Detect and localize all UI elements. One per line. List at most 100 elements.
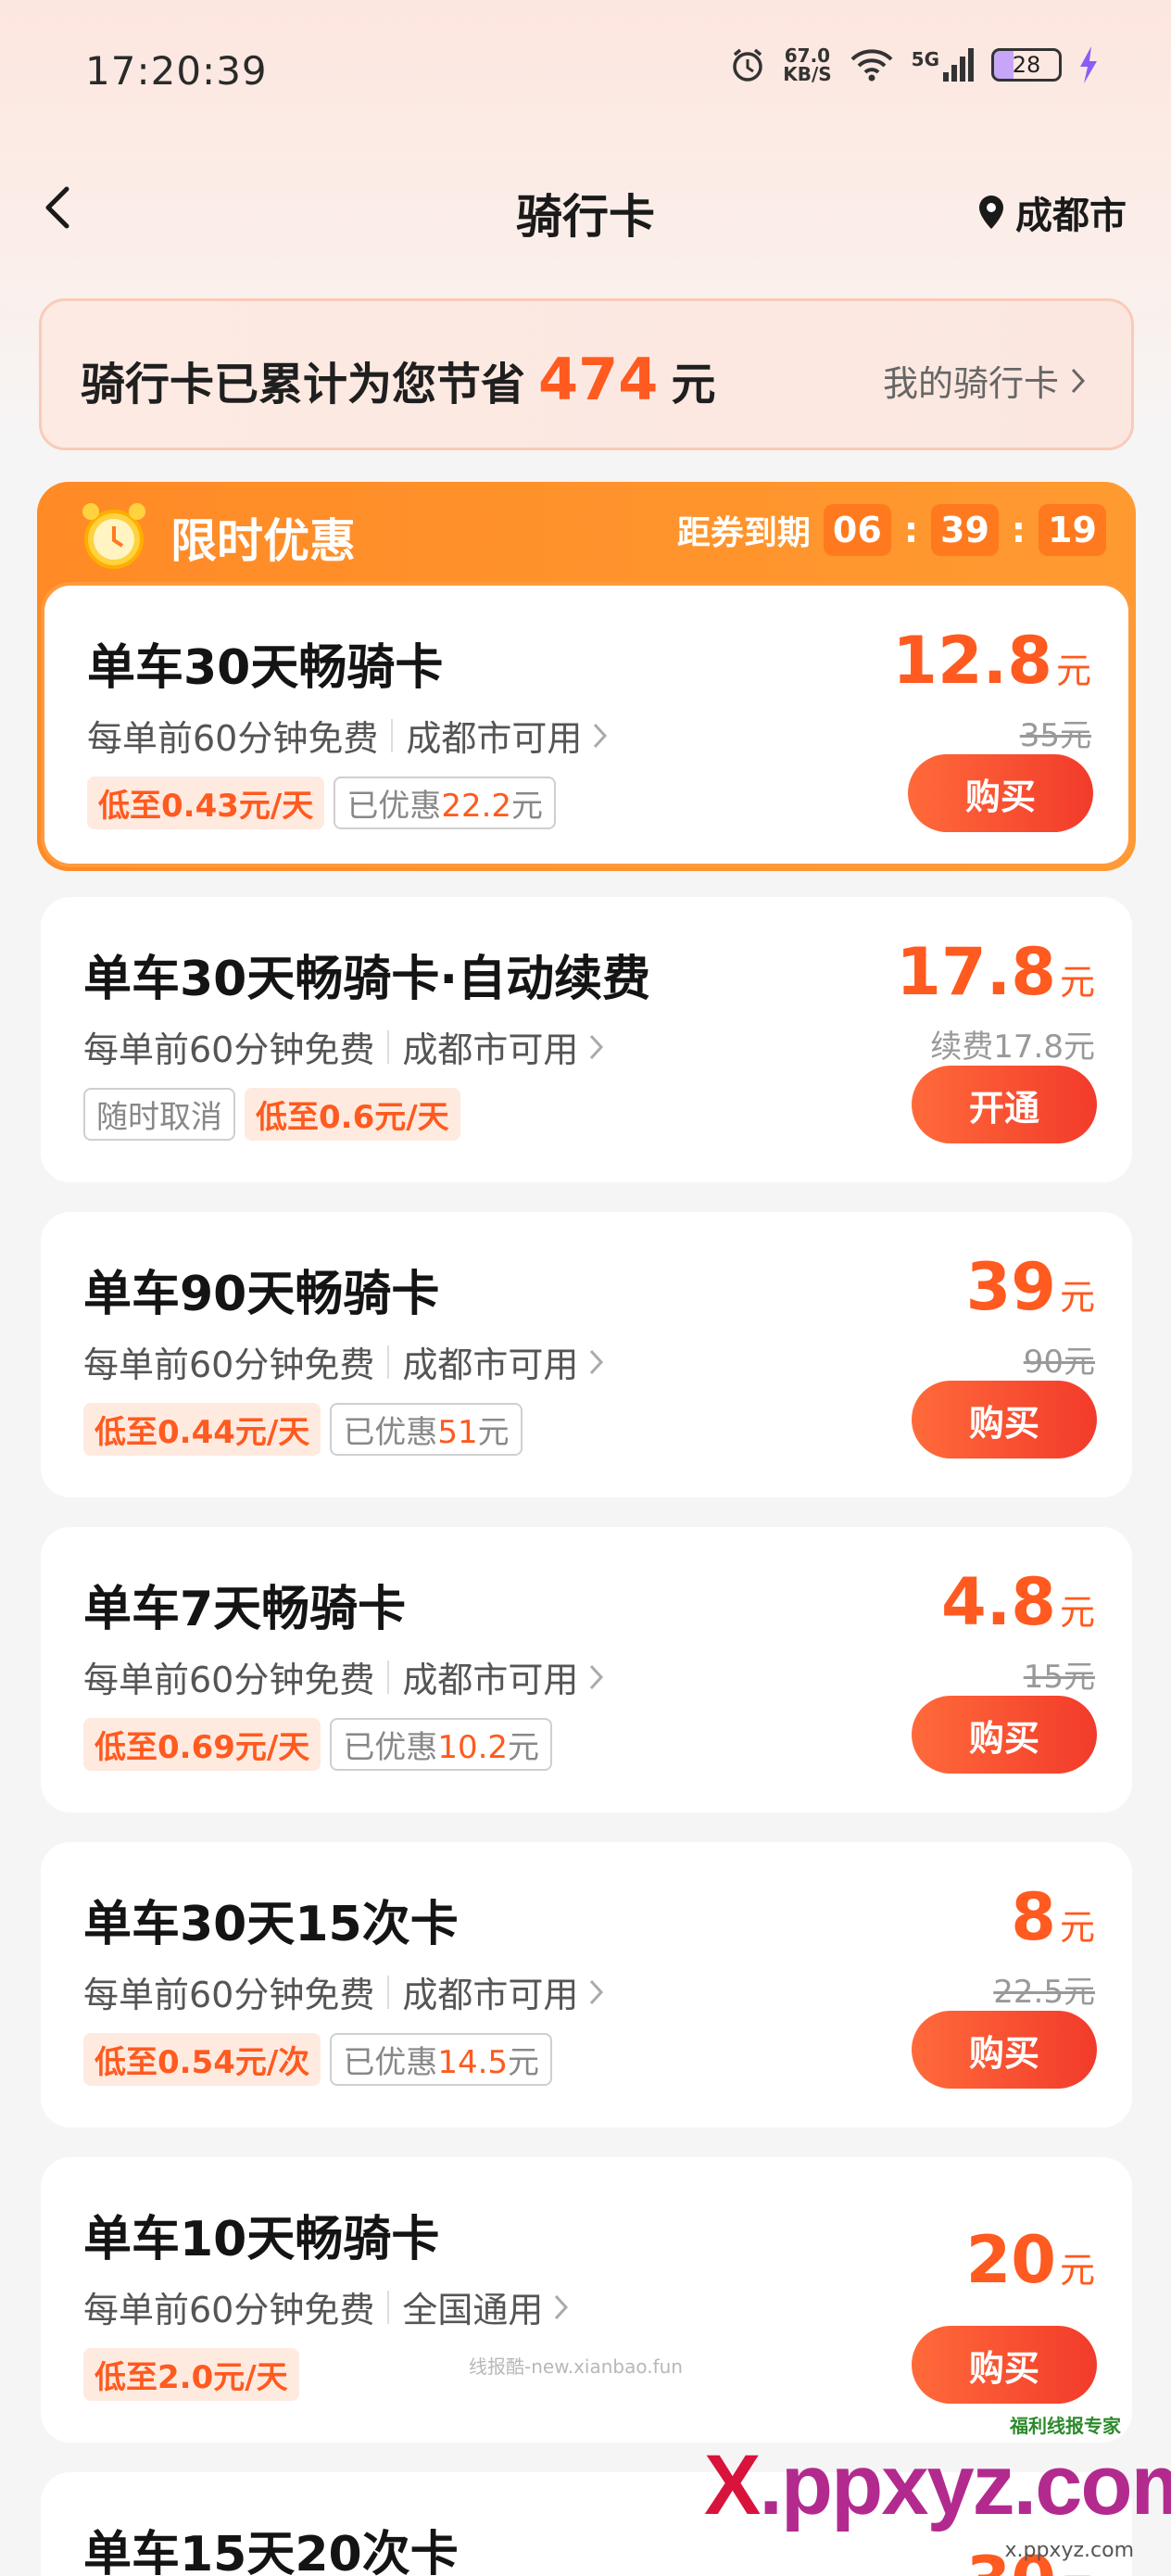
card-item[interactable]: 单车10天畅骑卡 每单前60分钟免费 全国通用 低至2.0元/天 20 元 购买 — [41, 2157, 1132, 2443]
savings-summary: 骑行卡已累计为您节省 474 元 — [81, 346, 715, 413]
card-name: 单车7天畅骑卡 — [83, 1582, 407, 1637]
tag-discount: 已优惠51元 — [330, 1403, 523, 1456]
buy-button[interactable]: 购买 — [912, 1381, 1097, 1458]
watermark-text: 线报酷-new.xianbao.fun — [469, 2355, 683, 2378]
wifi-icon — [850, 49, 893, 82]
buy-button[interactable]: 购买 — [908, 754, 1093, 832]
countdown-hours: 06 — [823, 504, 891, 556]
city-label: 成都市 — [1015, 195, 1127, 237]
savings-prefix: 骑行卡已累计为您节省 — [81, 359, 526, 410]
card-tags: 低至0.44元/天 已优惠51元 — [83, 1403, 523, 1456]
watermark-badge: 福利线报专家 — [1010, 2415, 1121, 2437]
divider — [387, 2290, 390, 2324]
tag-discount-prefix: 已优惠 — [343, 2044, 438, 2081]
card-scope: 成都市可用 — [402, 1029, 579, 1070]
card-free-time: 每单前60分钟免费 — [83, 1345, 375, 1385]
buy-button[interactable]: 购买 — [912, 1696, 1097, 1774]
tag-daily-price: 低至0.6元/天 — [245, 1088, 460, 1141]
watermark-logo-x: X — [704, 2438, 761, 2532]
price-value: 4.8 — [940, 1564, 1056, 1640]
tag-cancel-anytime: 随时取消 — [83, 1088, 235, 1141]
card-scope: 全国通用 — [402, 2290, 544, 2330]
city-selector[interactable]: 成都市 — [976, 185, 1127, 239]
top-nav: 骑行卡 成都市 — [0, 167, 1171, 250]
card-price: 8元 — [1011, 1879, 1095, 1955]
price-value: 20 — [965, 2222, 1056, 2298]
tag-discount-prefix: 已优惠 — [343, 1414, 438, 1451]
card-price: 4.8 元 — [941, 1564, 1095, 1640]
card-name: 单车30天畅骑卡 — [87, 640, 444, 696]
my-cards-link[interactable]: 我的骑行卡 — [883, 355, 1087, 406]
tag-discount: 已优惠22.2元 — [334, 777, 557, 829]
card-description[interactable]: 每单前60分钟免费 成都市可用 — [83, 1336, 604, 1387]
card-description[interactable]: 每单前60分钟免费 成都市可用 — [87, 710, 608, 761]
activate-button[interactable]: 开通 — [912, 1066, 1097, 1143]
price-unit: 元 — [1059, 1277, 1095, 1318]
renewal-price: 续费17.8元 — [930, 1029, 1095, 1066]
original-price: 90元 — [1023, 1344, 1095, 1381]
price-value: 17.8 — [896, 934, 1056, 1010]
tag-discount-amount: 51 — [437, 1414, 478, 1451]
card-price: 12.8 元 — [892, 623, 1091, 699]
tag-discount-amount: 14.5 — [437, 2044, 509, 2081]
signal-indicator: 5G — [912, 48, 975, 82]
card-free-time: 每单前60分钟免费 — [83, 1029, 375, 1070]
tag-discount-unit: 元 — [508, 1729, 540, 1766]
tag-discount-prefix: 已优惠 — [346, 788, 442, 825]
card-description[interactable]: 每单前60分钟免费 成都市可用 — [83, 1021, 604, 1072]
original-price: 15元 — [1023, 1659, 1095, 1696]
tag-discount-unit: 元 — [511, 788, 544, 825]
signal-icon — [943, 48, 974, 82]
status-time: 17:20:39 — [85, 48, 268, 94]
card-item[interactable]: 单车7天畅骑卡 每单前60分钟免费 成都市可用 低至0.69元/天 已优惠10.2… — [41, 1527, 1132, 1812]
signal-label: 5G — [911, 48, 939, 70]
price-unit: 元 — [1059, 962, 1095, 1003]
countdown-seconds: 19 — [1039, 504, 1106, 556]
tag-discount-amount: 22.2 — [441, 788, 512, 825]
card-item[interactable]: 单车90天畅骑卡 每单前60分钟免费 成都市可用 低至0.44元/天 已优惠51元… — [41, 1212, 1132, 1497]
card-free-time: 每单前60分钟免费 — [87, 718, 379, 759]
price-unit: 元 — [1059, 2250, 1095, 2291]
card-item[interactable]: 单车30天畅骑卡·自动续费 每单前60分钟免费 成都市可用 随时取消 低至0.6元… — [41, 897, 1132, 1182]
price-unit: 元 — [1055, 650, 1091, 691]
chevron-right-icon — [594, 723, 608, 748]
net-speed-value: 67.0 — [784, 44, 831, 67]
card-description[interactable]: 每单前60分钟免费 全国通用 — [83, 2281, 569, 2332]
card-free-time: 每单前60分钟免费 — [83, 1975, 375, 2015]
location-pin-icon — [979, 196, 1003, 229]
original-price: 35元 — [1019, 717, 1091, 754]
card-description[interactable]: 每单前60分钟免费 成都市可用 — [83, 1966, 604, 2017]
net-speed: 67.0 KB/S — [783, 46, 831, 83]
battery-icon: 28 — [991, 48, 1062, 82]
card-name: 单车30天畅骑卡·自动续费 — [83, 952, 651, 1007]
card-name: 单车10天畅骑卡 — [83, 2212, 440, 2267]
divider — [387, 1345, 390, 1379]
watermark-url: x.ppxyz.com — [1004, 2539, 1134, 2562]
card-item[interactable]: 单车30天畅骑卡 每单前60分钟免费 成都市可用 低至0.43元/天 已优惠22.… — [41, 582, 1132, 867]
chevron-right-icon — [555, 2294, 569, 2319]
tag-discount-prefix: 已优惠 — [343, 1729, 438, 1766]
status-icons: 67.0 KB/S 5G 28 — [729, 46, 1099, 83]
card-item[interactable]: 单车30天15次卡 每单前60分钟免费 成都市可用 低至0.54元/次 已优惠14… — [41, 1842, 1132, 2128]
buy-button[interactable]: 购买 — [912, 2326, 1097, 2404]
card-scope: 成都市可用 — [402, 1975, 579, 2015]
card-tags: 随时取消 低至0.6元/天 — [83, 1088, 460, 1141]
price-unit: 元 — [1059, 1592, 1095, 1633]
tag-daily-price: 低至0.44元/天 — [83, 1403, 321, 1456]
alarm-clock-icon — [82, 503, 145, 569]
tag-discount-unit: 元 — [508, 2044, 540, 2081]
card-name: 单车90天畅骑卡 — [83, 1267, 440, 1322]
price-unit: 元 — [1059, 1907, 1095, 1948]
card-description[interactable]: 每单前60分钟免费 成都市可用 — [83, 1651, 604, 1702]
tag-discount: 已优惠10.2元 — [330, 1718, 553, 1771]
coupon-countdown: 距券到期 06 : 39 : 19 — [677, 504, 1106, 556]
buy-button[interactable]: 购买 — [912, 2011, 1097, 2089]
tag-daily-price: 低至0.43元/天 — [87, 777, 325, 829]
alarm-icon — [733, 48, 762, 82]
card-price: 17.8 元 — [896, 934, 1095, 1010]
price-value: 8 — [1011, 1879, 1056, 1955]
price-value: 12.8 — [892, 623, 1052, 699]
original-price: 22.5元 — [993, 1974, 1095, 2011]
price-unit: 元 — [1060, 2562, 1095, 2576]
divider — [387, 1660, 390, 1694]
